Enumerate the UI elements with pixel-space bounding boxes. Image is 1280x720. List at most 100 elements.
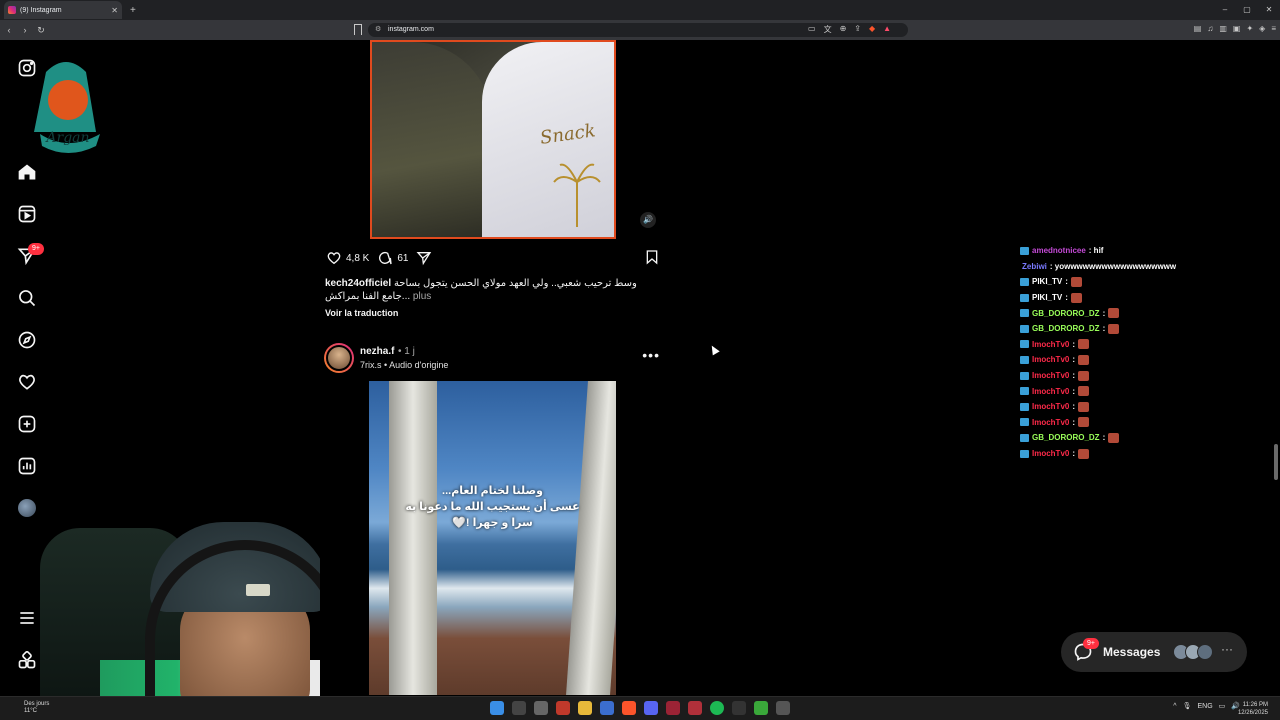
likes-count[interactable]: 4,8 K: [346, 253, 369, 264]
comments-count[interactable]: 61: [397, 253, 408, 264]
share-icon[interactable]: ⇪: [854, 24, 861, 35]
music-icon[interactable]: ♫: [1207, 24, 1213, 33]
sidebar-icon[interactable]: ▤: [1194, 24, 1202, 33]
back-button[interactable]: ‹: [2, 25, 16, 35]
close-tab-icon[interactable]: ✕: [111, 6, 118, 15]
extension-icons: ▤ ♫ ▥ ▣ ✦ ◈ ≡: [1194, 24, 1276, 33]
windows-taskbar: Des jours 11°C ^ 🎙 ENG ▭ 🔊 11:26 PM 12/2…: [0, 696, 1280, 720]
tray-overflow-icon[interactable]: ^: [1173, 703, 1176, 710]
window-controls: – ▢ ✕: [1214, 0, 1280, 20]
comment-icon[interactable]: [377, 250, 393, 266]
reload-button[interactable]: ↻: [34, 25, 48, 36]
wallet-icon[interactable]: ▣: [1233, 24, 1241, 33]
cast-icon[interactable]: ▭: [808, 24, 816, 35]
network-icon[interactable]: ▭: [1219, 702, 1226, 710]
caption-username[interactable]: kech24officiel: [325, 278, 391, 289]
also-from-meta-icon[interactable]: [16, 649, 38, 671]
chat-message: GB_DORORO_DZ:: [1020, 430, 1220, 446]
share-send-icon[interactable]: [416, 250, 432, 266]
more-menu-icon[interactable]: [16, 607, 38, 629]
brave-shield-icon[interactable]: ◆: [869, 24, 875, 35]
chat-emote-icon: [1078, 339, 1090, 350]
app-icon[interactable]: [688, 701, 702, 715]
chat-message: ImochTv0:: [1020, 446, 1220, 462]
page-scrollbar[interactable]: [1273, 44, 1279, 694]
messages-more-icon[interactable]: ···: [1221, 642, 1233, 656]
audio-toggle-icon[interactable]: 🔊: [640, 212, 656, 228]
post1-video[interactable]: Snack: [370, 40, 616, 239]
mic-icon[interactable]: 🎙: [1183, 702, 1192, 710]
close-window-button[interactable]: ✕: [1258, 0, 1280, 20]
app-icon[interactable]: [732, 701, 746, 715]
taskbar-clock[interactable]: 11:26 PM 12/26/2025: [1238, 701, 1268, 717]
brave-rewards-icon[interactable]: ▲: [883, 24, 891, 35]
store-icon[interactable]: [600, 701, 614, 715]
forward-button[interactable]: ›: [18, 25, 32, 35]
profile-avatar[interactable]: [18, 499, 36, 517]
system-tray: ^ 🎙 ENG ▭ 🔊: [1173, 702, 1240, 711]
dashboard-chart-icon[interactable]: [16, 455, 38, 477]
site-info-icon[interactable]: ⚙: [375, 23, 381, 37]
reels-icon[interactable]: [16, 203, 38, 225]
chat-message: ImochTv0:: [1020, 383, 1220, 399]
post2-options-button[interactable]: •••: [642, 347, 660, 363]
menu-icon[interactable]: ≡: [1271, 24, 1276, 33]
post2-timestamp: • 1 j: [398, 346, 415, 357]
task-view-icon[interactable]: [534, 701, 548, 715]
chat-badge-icon: [1020, 309, 1029, 318]
vpn-icon[interactable]: ◈: [1259, 24, 1265, 33]
save-bookmark-icon[interactable]: [644, 249, 660, 265]
post2-username[interactable]: nezha.f: [360, 346, 394, 357]
reading-list-icon[interactable]: ▥: [1219, 24, 1227, 33]
app-icon[interactable]: [754, 701, 768, 715]
spotify-icon[interactable]: [710, 701, 724, 715]
new-tab-button[interactable]: +: [130, 5, 136, 16]
create-plus-icon[interactable]: [16, 413, 38, 435]
post2-overlay-text: وصلنا لختام العام... عسى أن يستجيب الله …: [369, 483, 616, 531]
chat-username: ImochTv0: [1032, 355, 1070, 365]
chat-text: :: [1072, 355, 1076, 365]
chat-emote-icon: [1078, 417, 1090, 428]
app-icon[interactable]: [556, 701, 570, 715]
windows-start-icon[interactable]: [490, 701, 504, 715]
language-indicator[interactable]: ENG: [1197, 703, 1212, 710]
post2-audio-link[interactable]: 7rix.s • Audio d'origine: [360, 360, 448, 370]
caption-more-link[interactable]: plus: [413, 291, 431, 302]
taskbar-search-icon[interactable]: [512, 701, 526, 715]
chat-message: ImochTv0:: [1020, 415, 1220, 431]
messages-button[interactable]: 9+ Messages ···: [1061, 632, 1247, 672]
messages-badge: 9+: [1083, 638, 1099, 649]
translate-icon[interactable]: 文: [824, 24, 832, 35]
taskbar-apps: [490, 701, 790, 715]
chat-message: GB_DORORO_DZ:: [1020, 305, 1220, 321]
weather-widget[interactable]: Des jours 11°C: [24, 701, 49, 715]
like-heart-icon[interactable]: [326, 250, 342, 266]
app-icon[interactable]: [666, 701, 680, 715]
browser-tab-instagram[interactable]: (9) Instagram ✕: [4, 1, 122, 19]
notifications-heart-icon[interactable]: [16, 371, 38, 393]
discord-icon[interactable]: [644, 701, 658, 715]
file-explorer-icon[interactable]: [578, 701, 592, 715]
post2-avatar[interactable]: [324, 343, 354, 373]
explore-compass-icon[interactable]: [16, 329, 38, 351]
maximize-button[interactable]: ▢: [1236, 0, 1258, 20]
extensions-icon[interactable]: ✦: [1246, 24, 1253, 33]
minimize-button[interactable]: –: [1214, 0, 1236, 20]
home-icon[interactable]: [16, 161, 38, 183]
zoom-icon[interactable]: ⊕: [840, 24, 847, 35]
chat-username: ImochTv0: [1032, 449, 1070, 459]
see-translation-link[interactable]: Voir la traduction: [325, 308, 398, 318]
search-icon[interactable]: [16, 287, 38, 309]
bookmark-icon[interactable]: [354, 24, 362, 35]
chat-username: Zebiwi: [1022, 261, 1047, 271]
streamer-webcam: [40, 520, 320, 700]
scrollbar-thumb[interactable]: [1274, 444, 1278, 480]
post2-video[interactable]: وصلنا لختام العام... عسى أن يستجيب الله …: [369, 381, 616, 695]
chat-username: amednotnicee: [1032, 246, 1086, 256]
instagram-favicon-icon: [8, 6, 16, 14]
brave-icon[interactable]: [622, 701, 636, 715]
messages-label: Messages: [1103, 645, 1161, 659]
chat-badge-icon: [1020, 293, 1029, 302]
chat-username: ImochTv0: [1032, 386, 1070, 396]
app-icon[interactable]: [776, 701, 790, 715]
